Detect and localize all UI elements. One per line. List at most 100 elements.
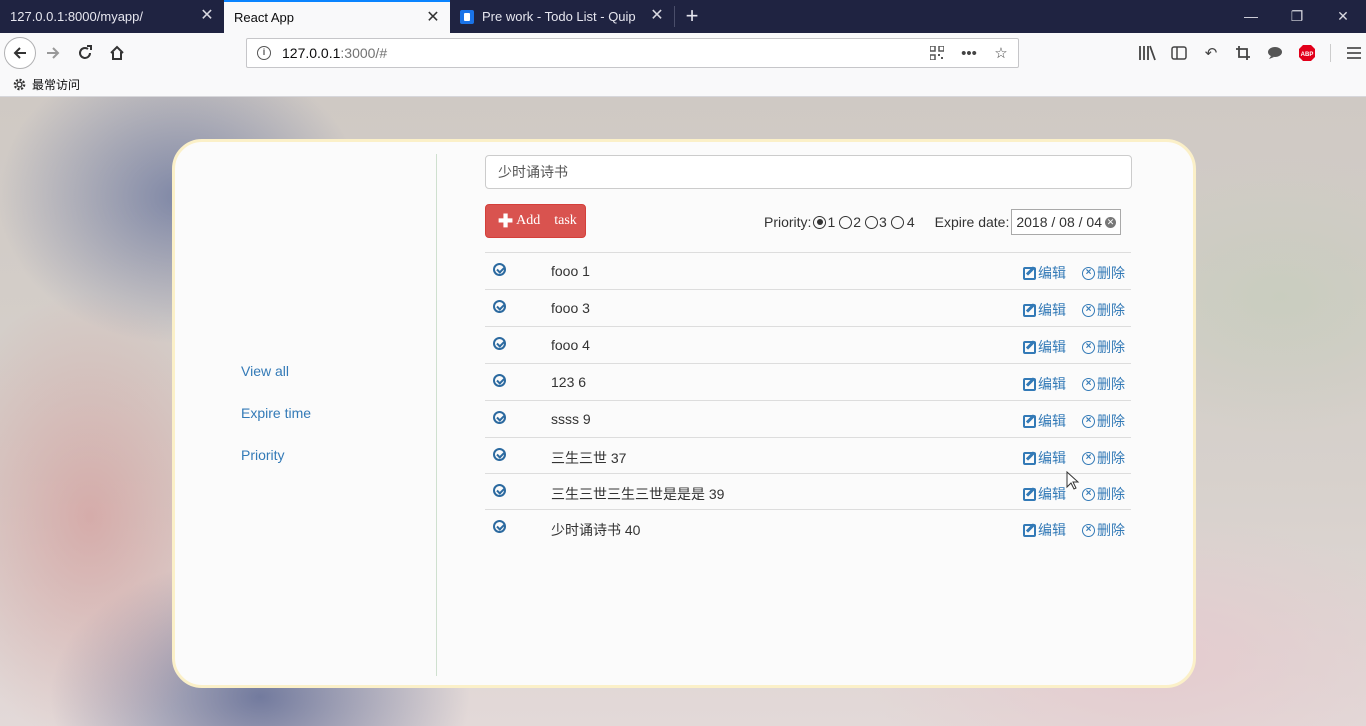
complete-check-icon[interactable] [493,374,506,387]
delete-circle-x-icon: × [1082,523,1095,537]
edit-button[interactable]: 编辑 [1023,411,1066,431]
forward-button[interactable] [38,38,68,68]
task-row: fooo 3 编辑 × 删除 [485,289,1131,326]
edit-button[interactable]: 编辑 [1023,300,1066,320]
tab-myapp[interactable]: 127.0.0.1:8000/myapp/ ✕ [0,0,224,33]
back-button[interactable] [4,37,36,69]
sidebar-link-expire-time[interactable]: Expire time [241,405,311,421]
bookmark-star-icon[interactable]: ☆ [992,44,1010,62]
edit-button[interactable]: 编辑 [1023,520,1066,540]
crop-screenshot-icon[interactable] [1234,44,1252,62]
delete-button[interactable]: × 删除 [1082,448,1125,468]
vertical-divider [436,154,437,676]
home-icon [110,45,124,60]
qr-code-icon[interactable] [928,44,946,62]
sidebar-link-view-all[interactable]: View all [241,363,289,379]
priority-radio-4[interactable] [890,215,904,229]
expire-date-label: Expire date: [934,214,1010,230]
priority-radio-3[interactable] [865,215,879,229]
svg-text:ABP: ABP [1301,52,1314,58]
complete-check-icon[interactable] [493,263,506,276]
reload-button[interactable] [70,38,100,68]
chat-bubble-icon[interactable] [1266,44,1284,62]
edit-icon [1023,414,1036,428]
gear-icon [13,78,26,91]
edit-button[interactable]: 编辑 [1023,484,1066,504]
edit-icon [1023,340,1036,354]
edit-button[interactable]: 编辑 [1023,374,1066,394]
edit-icon [1023,266,1036,280]
library-icon[interactable] [1138,44,1156,62]
forward-arrow-icon [47,47,60,59]
complete-check-icon[interactable] [493,448,506,461]
edit-button[interactable]: 编辑 [1023,337,1066,357]
add-task-button[interactable]: ✚ Add task [485,204,586,238]
task-row: 三生三世 37 编辑 × 删除 [485,437,1131,473]
delete-button[interactable]: × 删除 [1082,411,1125,431]
complete-check-icon[interactable] [493,484,506,497]
navigation-toolbar: i 127.0.0.1:3000/# ••• ☆ ↶ ABP [0,33,1366,73]
most-visited-bookmark[interactable]: 最常访问 [32,76,80,93]
todo-app-card: View all Expire time Priority ✚ Add task… [172,139,1196,688]
sidebar-link-priority[interactable]: Priority [241,447,285,463]
complete-check-icon[interactable] [493,411,506,424]
delete-button[interactable]: × 删除 [1082,374,1125,394]
tab-separator [674,6,675,27]
close-tab-icon[interactable]: ✕ [650,8,664,24]
delete-circle-x-icon: × [1082,303,1095,317]
edit-icon [1023,303,1036,317]
delete-circle-x-icon: × [1082,340,1095,354]
delete-button[interactable]: × 删除 [1082,263,1125,283]
delete-circle-x-icon: × [1082,266,1095,280]
adblock-plus-icon[interactable]: ABP [1298,44,1316,62]
url-bar[interactable]: i 127.0.0.1:3000/# ••• ☆ [246,38,1019,68]
clear-date-icon[interactable]: ✕ [1105,216,1116,228]
complete-check-icon[interactable] [493,337,506,350]
task-input[interactable] [485,155,1132,189]
bookmarks-toolbar: 最常访问 [0,73,1366,97]
priority-label: Priority: [764,214,812,230]
sidebar-icon[interactable] [1170,44,1188,62]
window-close-icon[interactable]: ✕ [1320,0,1366,33]
site-info-icon[interactable]: i [257,46,271,60]
delete-circle-x-icon: × [1082,487,1095,501]
close-tab-icon[interactable]: ✕ [200,8,214,24]
complete-check-icon[interactable] [493,520,506,533]
delete-button[interactable]: × 删除 [1082,337,1125,357]
mouse-cursor-icon [1066,471,1080,490]
complete-check-icon[interactable] [493,300,506,313]
close-tab-icon[interactable]: ✕ [426,10,440,26]
filter-sidebar: View all Expire time Priority [175,142,437,685]
priority-radio-2[interactable] [839,215,853,229]
task-options: Priority: 1 2 3 4 Expire date: 2018 / 08… [764,207,1121,237]
tab-quip[interactable]: Pre work - Todo List - Quip ✕ [450,0,674,33]
tab-react-app[interactable]: React App ✕ [224,0,450,33]
toolbar-separator [1330,44,1331,62]
task-row: 三生三世三生三世是是是 39 编辑 × 删除 [485,473,1131,509]
page-actions-icon[interactable]: ••• [960,44,978,62]
expire-date-input[interactable]: 2018 / 08 / 04 ✕ [1011,209,1121,235]
delete-button[interactable]: × 删除 [1082,300,1125,320]
task-row: fooo 1 编辑 × 删除 [485,252,1131,289]
undo-arrow-icon[interactable]: ↶ [1202,44,1220,62]
new-tab-icon[interactable]: + [680,4,704,28]
delete-button[interactable]: × 删除 [1082,484,1125,504]
back-arrow-icon [13,47,26,59]
delete-button[interactable]: × 删除 [1082,520,1125,540]
edit-button[interactable]: 编辑 [1023,448,1066,468]
task-row: 少时诵诗书 40 编辑 × 删除 [485,509,1131,545]
task-row: ssss 9 编辑 × 删除 [485,400,1131,437]
home-button[interactable] [102,38,132,68]
task-row: fooo 4 编辑 × 删除 [485,326,1131,363]
edit-icon [1023,377,1036,391]
edit-icon [1023,487,1036,501]
delete-circle-x-icon: × [1082,451,1095,465]
task-row: 123 6 编辑 × 删除 [485,363,1131,400]
priority-radio-1[interactable] [813,215,827,229]
minimize-icon[interactable]: — [1228,0,1274,33]
restore-icon[interactable]: ❐ [1274,0,1320,33]
edit-icon [1023,451,1036,465]
edit-button[interactable]: 编辑 [1023,263,1066,283]
hamburger-menu-icon[interactable] [1345,44,1363,62]
plus-icon: ✚ [498,211,514,231]
